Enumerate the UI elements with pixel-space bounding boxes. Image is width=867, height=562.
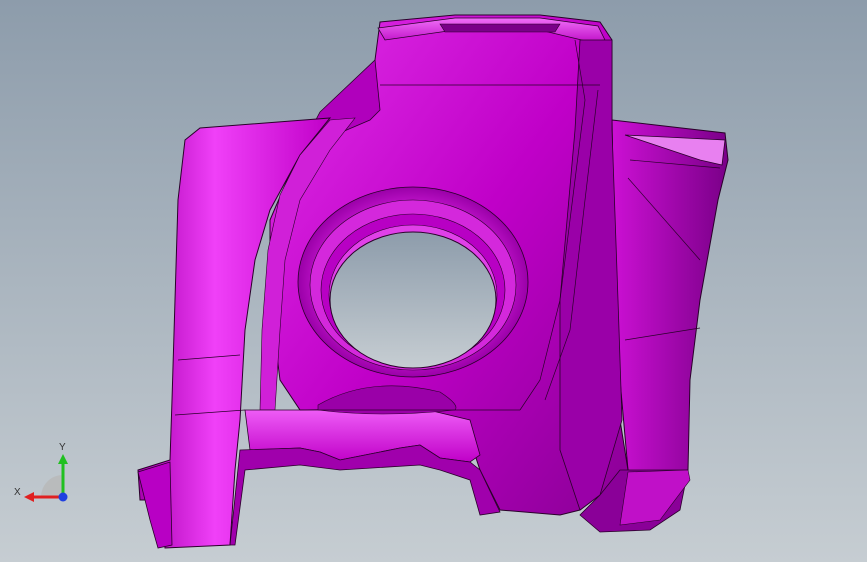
orientation-triad: Y X: [14, 442, 68, 502]
graphics-viewport[interactable]: Y X: [0, 0, 867, 562]
through-hole: [329, 231, 497, 369]
triad-z-axis: [58, 492, 68, 502]
top-slot: [439, 23, 561, 33]
3d-model-view[interactable]: [0, 0, 867, 562]
triad-y-arrow: [58, 454, 68, 464]
triad-x-label: X: [14, 487, 21, 498]
triad-y-label: Y: [59, 442, 66, 453]
left-tab: [137, 461, 173, 549]
triad-x-arrow: [24, 492, 34, 502]
right-flange: [611, 119, 729, 479]
triad-quadrant: [41, 475, 63, 497]
